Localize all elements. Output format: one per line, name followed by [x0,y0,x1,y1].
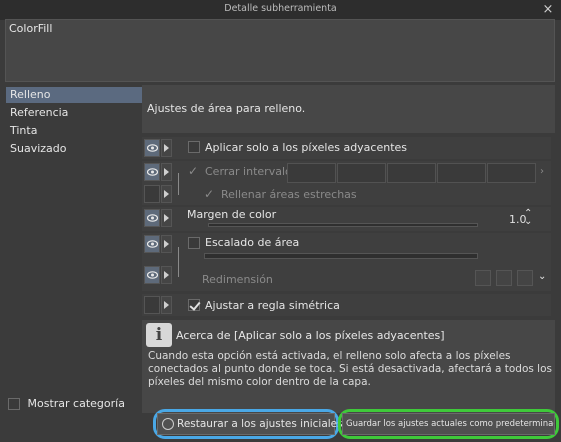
color-margin-label: Margen de color [187,208,277,221]
area-scaling-slider[interactable] [204,253,478,259]
eye-off-icon[interactable] [144,296,160,314]
resize-round-icon[interactable] [496,270,512,286]
resize-label: Redimensión [202,273,273,286]
expand-arrow-icon[interactable] [161,185,172,203]
area-scaling-label: Escalado de área [205,236,300,249]
eye-icon[interactable] [144,139,160,157]
adjacent-checkbox[interactable] [188,141,200,153]
resize-expand-icon[interactable] [517,270,533,286]
area-scaling-checkbox[interactable] [188,237,200,249]
category-item-referencia[interactable]: Referencia [6,105,143,121]
color-margin-slider[interactable] [208,223,478,227]
eye-off-icon[interactable] [144,185,160,203]
close-gap-label: Cerrar intervalo [205,165,292,178]
fill-narrow-check-icon[interactable]: ✓ [204,187,214,201]
expand-arrow-icon[interactable] [161,163,172,181]
symmetry-label: Ajustar a regla simétrica [205,299,340,312]
setting-row-symmetry: Ajustar a regla simétrica [142,294,551,316]
category-list: Relleno Referencia Tinta Suavizado [5,85,143,416]
expand-arrow-icon[interactable] [161,139,172,157]
close-gap-check-icon[interactable]: ✓ [188,164,198,178]
eye-icon[interactable] [144,266,160,284]
category-item-relleno[interactable]: Relleno [6,87,143,103]
fill-narrow-label: Rellenar áreas estrechas [221,188,357,201]
restore-icon [162,418,174,430]
tool-name-field[interactable]: ColorFill [5,19,555,82]
expand-arrow-icon[interactable] [161,209,172,227]
group-connector [178,247,179,277]
info-title: Acerca de [Aplicar solo a los píxeles ad… [176,329,445,342]
info-body: Cuando esta opción está activada, el rel… [148,350,552,388]
adjacent-label: Aplicar solo a los píxeles adyacentes [205,141,408,154]
show-category-label: Mostrar categoría [27,397,125,410]
category-item-suavizado[interactable]: Suavizado [6,141,143,157]
title-bar: Detalle subherramienta × [0,0,561,20]
expand-arrow-icon[interactable] [161,296,172,314]
eye-icon[interactable] [144,163,160,181]
gap-size-selector[interactable] [287,163,537,183]
group-connector [178,173,179,195]
spin-arrows-icon[interactable]: ⌃ ⌄ [524,209,532,227]
restore-label: Restaurar a los ajustes iniciales [177,418,343,430]
expand-arrow-icon[interactable] [161,235,172,253]
close-icon[interactable]: × [541,0,555,20]
restore-defaults-button[interactable]: Restaurar a los ajustes iniciales [157,413,343,435]
resize-corner-icon[interactable] [475,270,491,286]
chevron-down-icon[interactable]: ⌄ [538,271,546,282]
symmetry-checkbox[interactable] [188,299,200,311]
window-title: Detalle subherramienta [224,3,337,14]
show-category-checkbox[interactable] [8,398,20,410]
info-panel: i Acerca de [Aplicar solo a los píxeles … [142,320,555,413]
save-as-default-button[interactable]: Guardar los ajustes actuales como predet… [342,413,555,435]
expand-arrow-icon[interactable] [161,266,172,284]
category-item-tinta[interactable]: Tinta [6,123,143,139]
info-icon: i [146,323,172,347]
eye-icon[interactable] [144,235,160,253]
chevron-right-icon[interactable]: › [540,166,544,177]
setting-row-color-margin: Margen de color 1.0 ⌃ ⌄ [142,207,551,231]
section-description: Ajustes de área para relleno. [142,85,555,133]
setting-row-area-scaling: Escalado de área Redimensión ⌄ [142,233,551,291]
show-category-toggle[interactable]: Mostrar categoría [8,397,125,413]
eye-icon[interactable] [144,209,160,227]
setting-row-adjacent: Aplicar solo a los píxeles adyacentes [142,137,551,159]
